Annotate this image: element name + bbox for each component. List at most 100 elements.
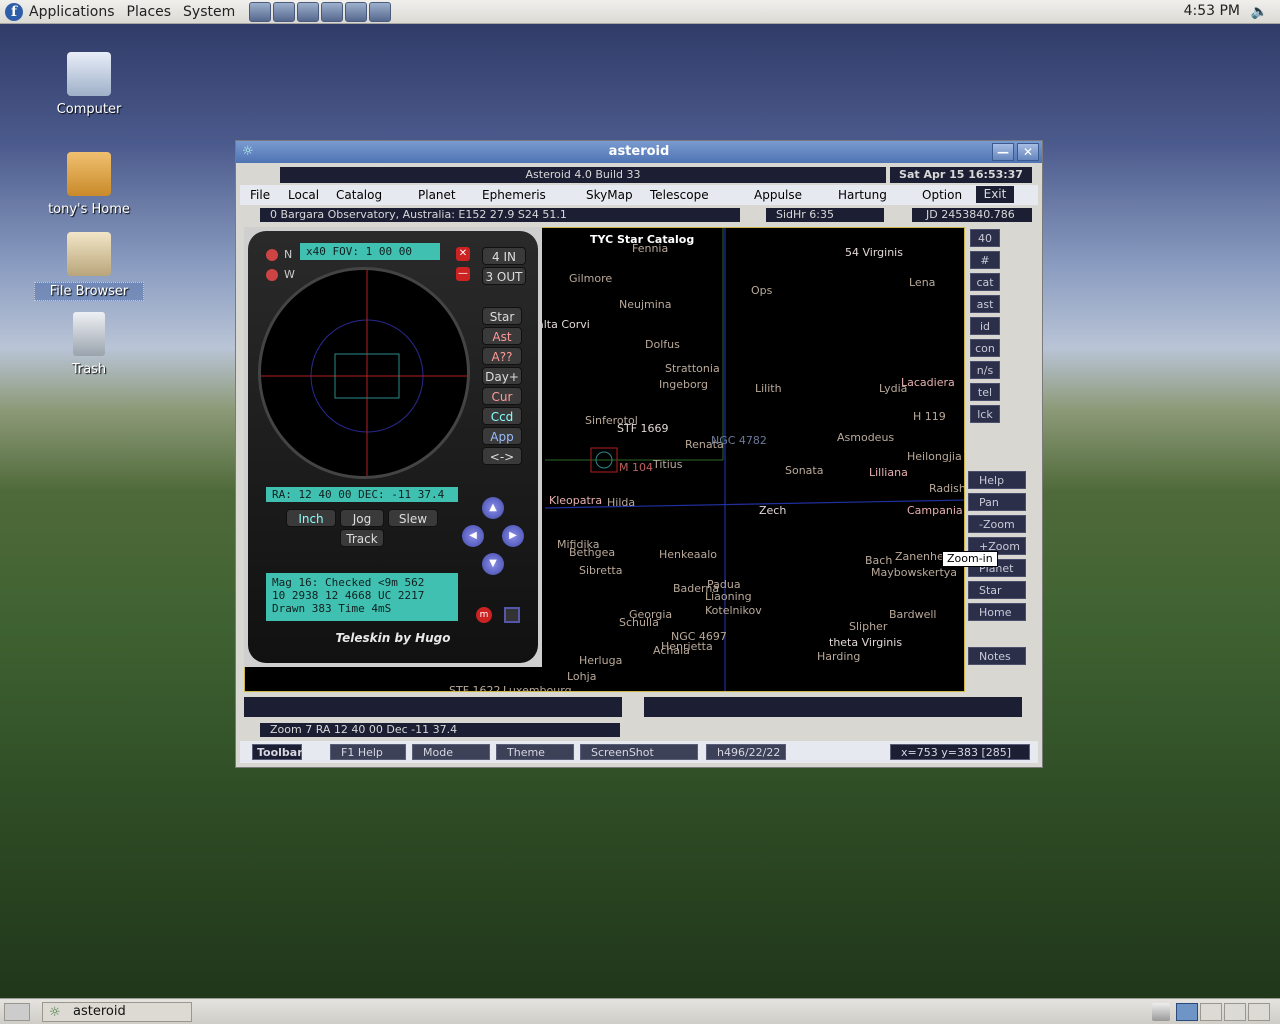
side-btn-hash[interactable]: #	[970, 251, 1000, 269]
side-btn-40[interactable]: 40	[970, 229, 1000, 247]
ccd-button[interactable]: Ccd	[482, 407, 522, 425]
zoom-out-button[interactable]: 3 OUT	[482, 267, 526, 285]
side-btn-lck[interactable]: lck	[970, 405, 1000, 423]
scope-view[interactable]	[258, 267, 470, 479]
side-btn-con[interactable]: con	[970, 339, 1000, 357]
inch-mode-button[interactable]: Inch	[286, 509, 336, 527]
star-label[interactable]: NGC 4782	[711, 434, 767, 447]
minimize-panel-icon[interactable]: —	[456, 267, 470, 281]
workspace-4[interactable]	[1248, 1003, 1270, 1021]
mode-button[interactable]: Mode	[412, 744, 490, 760]
star-label[interactable]: Titius	[653, 458, 683, 471]
menu-local[interactable]: Local	[288, 188, 319, 202]
down-arrow-icon[interactable]: ▼	[482, 553, 504, 575]
star-label[interactable]: Zech	[759, 504, 786, 517]
clock[interactable]: 4:53 PM	[1184, 3, 1240, 19]
desktop-icon-trash[interactable]: Trash	[34, 312, 144, 377]
slew-mode-button[interactable]: Slew	[388, 509, 438, 527]
star-label[interactable]: Neujmina	[619, 298, 672, 311]
desktop-icon-home[interactable]: tony's Home	[34, 152, 144, 217]
workspace-2[interactable]	[1200, 1003, 1222, 1021]
star-label[interactable]: Henkeaalo	[659, 548, 717, 561]
star-label[interactable]: Lacadiera	[901, 376, 955, 389]
menu-skymap[interactable]: SkyMap	[586, 188, 633, 202]
close-panel-icon[interactable]: ✕	[456, 247, 470, 261]
home-button[interactable]: Home	[968, 603, 1026, 621]
menu-telescope[interactable]: Telescope	[650, 188, 709, 202]
menu-hartung[interactable]: Hartung	[838, 188, 887, 202]
left-arrow-icon[interactable]: ◀	[462, 525, 484, 547]
workspace-1[interactable]	[1176, 1003, 1198, 1021]
writer-launcher-icon[interactable]	[297, 1, 320, 22]
volume-icon[interactable]: 🔈	[1251, 4, 1268, 20]
zoom-in-button[interactable]: 4 IN	[482, 247, 526, 265]
theme-button[interactable]: Theme	[496, 744, 574, 760]
menu-ephemeris[interactable]: Ephemeris	[482, 188, 546, 202]
star-label[interactable]: Heilongjia	[907, 450, 962, 463]
desktop-icon-computer[interactable]: Computer	[34, 52, 144, 117]
ast-button[interactable]: Ast	[482, 327, 522, 345]
star-label[interactable]: Sibretta	[579, 564, 622, 577]
star-label[interactable]: Kleopatra	[549, 494, 602, 507]
cur-button[interactable]: Cur	[482, 387, 522, 405]
star-label[interactable]: Slipher	[849, 620, 887, 633]
help-button[interactable]: Help	[968, 471, 1026, 489]
west-toggle[interactable]	[266, 269, 278, 281]
star-label[interactable]: Schulla	[619, 616, 659, 629]
star-label[interactable]: NGC 4697	[671, 630, 727, 643]
right-arrow-icon[interactable]: ▶	[502, 525, 524, 547]
fedora-logo-icon[interactable]: f	[5, 2, 23, 21]
desktop-icon-file-browser[interactable]: File Browser	[34, 232, 144, 301]
star-label[interactable]: Harding	[817, 650, 860, 663]
close-icon[interactable]: ✕	[1017, 143, 1039, 161]
side-btn-tel[interactable]: tel	[970, 383, 1000, 401]
screenshot-button[interactable]: ScreenShot	[580, 744, 698, 760]
minimize-button[interactable]: —	[992, 143, 1014, 161]
f1-help-button[interactable]: F1 Help	[330, 744, 406, 760]
star-label[interactable]: 54 Virginis	[845, 246, 903, 259]
star-button[interactable]: Star	[482, 307, 522, 325]
pan-button[interactable]: Pan	[968, 493, 1026, 511]
star-label[interactable]: Luxembourg	[503, 684, 572, 691]
up-arrow-icon[interactable]: ▲	[482, 497, 504, 519]
zoom-out-side-button[interactable]: -Zoom	[968, 515, 1026, 533]
star-label[interactable]: Maybowskertya	[871, 566, 957, 579]
star-label[interactable]: Lydia	[879, 382, 907, 395]
menu-catalog[interactable]: Catalog	[336, 188, 382, 202]
trash-applet-icon[interactable]	[1152, 1003, 1170, 1021]
star-label[interactable]: Zanenhe	[895, 550, 944, 563]
side-btn-cat[interactable]: cat	[970, 273, 1000, 291]
exit-button[interactable]: Exit	[976, 186, 1014, 203]
star-label[interactable]: Kotelnikov	[705, 604, 762, 617]
app-button[interactable]: App	[482, 427, 522, 445]
star-label[interactable]: Hilda	[607, 496, 635, 509]
star-label[interactable]: Lohja	[567, 670, 596, 683]
menu-planet[interactable]: Planet	[418, 188, 456, 202]
star-label[interactable]: STF 1669	[617, 422, 669, 435]
star-label[interactable]: STF 1622	[449, 684, 501, 691]
menu-applications[interactable]: Applications	[29, 4, 115, 20]
star-label[interactable]: Sonata	[785, 464, 823, 477]
star-label[interactable]: Asmodeus	[837, 431, 894, 444]
impress-launcher-icon[interactable]	[321, 1, 344, 22]
web-browser-launcher-icon[interactable]	[249, 1, 272, 22]
star-label[interactable]: Gilmore	[569, 272, 612, 285]
color-toggle-icon[interactable]	[504, 607, 520, 623]
star-label[interactable]: Radish	[929, 482, 964, 495]
notes-button[interactable]: Notes	[968, 647, 1026, 665]
email-launcher-icon[interactable]	[273, 1, 296, 22]
menu-file[interactable]: File	[250, 188, 270, 202]
side-btn-ast[interactable]: ast	[970, 295, 1000, 313]
menu-system[interactable]: System	[183, 4, 235, 20]
star-label[interactable]: Liaoning	[705, 590, 752, 603]
show-desktop-icon[interactable]	[4, 1003, 30, 1021]
window-titlebar[interactable]: ☼ asteroid — ✕	[236, 141, 1042, 163]
menu-places[interactable]: Places	[127, 4, 172, 20]
star-label[interactable]: Bethgea	[569, 546, 615, 559]
swap-button[interactable]: <->	[482, 447, 522, 465]
menu-appulse[interactable]: Appulse	[754, 188, 802, 202]
jog-mode-button[interactable]: Jog	[340, 509, 384, 527]
track-button[interactable]: Track	[340, 529, 384, 547]
star-label[interactable]: Strattonia	[665, 362, 720, 375]
star-label[interactable]: Bardwell	[889, 608, 936, 621]
